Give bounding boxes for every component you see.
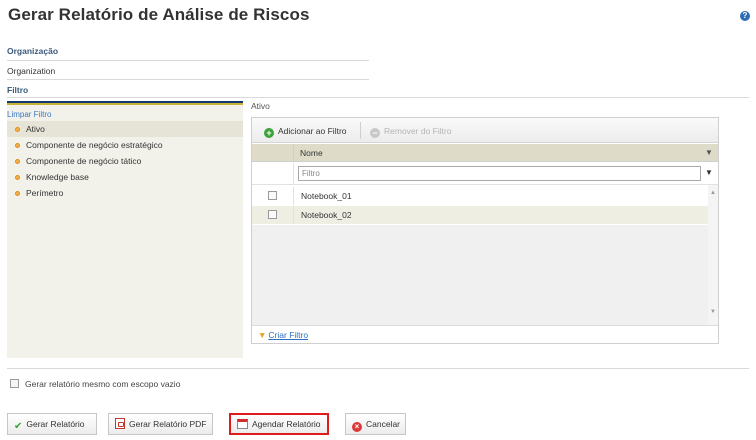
generate-pdf-button[interactable]: Gerar Relatório PDF <box>108 413 213 435</box>
check-icon: ✔ <box>14 421 23 432</box>
tree-item-perimeter[interactable]: Perímetro <box>7 185 243 201</box>
create-filter-link[interactable]: ▼ Criar Filtro <box>258 330 308 340</box>
asset-panel-title: Ativo <box>251 101 270 111</box>
empty-scope-option[interactable]: Gerar relatório mesmo com escopo vazio <box>10 378 180 390</box>
column-filter-icon[interactable]: ▼ <box>705 148 713 157</box>
minus-icon: − <box>370 128 380 138</box>
calendar-icon <box>237 419 248 429</box>
asset-grid: + Adicionar ao Filtro − Remover do Filtro … <box>251 117 719 344</box>
bullet-icon <box>15 159 20 164</box>
generate-report-label: Gerar Relatório <box>26 419 85 429</box>
generate-pdf-label: Gerar Relatório PDF <box>129 419 207 429</box>
cancel-button[interactable]: × Cancelar <box>345 413 406 435</box>
plus-icon: + <box>264 128 274 138</box>
grid-empty-area <box>252 225 708 325</box>
empty-scope-checkbox[interactable] <box>10 379 19 388</box>
organization-label: Organização <box>7 46 59 56</box>
tree-item-label: Knowledge base <box>26 172 89 182</box>
toolbar-separator <box>360 122 361 139</box>
grid-toolbar: + Adicionar ao Filtro − Remover do Filtro <box>252 118 718 143</box>
tree-item-ativo[interactable]: Ativo <box>7 121 243 137</box>
grid-footer: ▼ Criar Filtro <box>252 325 718 343</box>
divider <box>7 368 749 369</box>
filter-tree: Ativo Componente de negócio estratégico … <box>7 121 243 201</box>
table-row[interactable]: Notebook_01 <box>252 187 708 205</box>
column-filter-input[interactable]: Filtro <box>298 166 701 181</box>
organization-value: Organization <box>7 66 56 76</box>
schedule-report-button[interactable]: Agendar Relatório <box>229 413 329 435</box>
tree-item-label: Perímetro <box>26 188 64 198</box>
generate-report-button[interactable]: ✔ Gerar Relatório <box>7 413 97 435</box>
filter-label: Filtro <box>7 85 29 95</box>
tree-item-tactical-component[interactable]: Componente de negócio tático <box>7 153 243 169</box>
add-to-filter-label: Adicionar ao Filtro <box>278 126 347 136</box>
row-checkbox-cell <box>252 187 294 205</box>
scroll-down-icon[interactable]: ▼ <box>710 309 716 315</box>
tree-item-label: Componente de negócio estratégico <box>26 140 163 150</box>
scroll-up-icon[interactable]: ▲ <box>710 190 716 196</box>
add-to-filter-button[interactable]: + Adicionar ao Filtro <box>264 124 347 138</box>
help-icon[interactable]: ? <box>740 11 750 21</box>
tree-item-label: Ativo <box>26 124 45 134</box>
remove-from-filter-button[interactable]: − Remover do Filtro <box>370 124 452 138</box>
page-title: Gerar Relatório de Análise de Riscos <box>8 5 310 24</box>
schedule-report-label: Agendar Relatório <box>252 419 321 429</box>
column-header-name[interactable]: Nome <box>300 148 323 158</box>
row-name: Notebook_01 <box>301 191 352 201</box>
vertical-scrollbar[interactable] <box>708 185 718 325</box>
bullet-icon <box>15 143 20 148</box>
bullet-icon <box>15 191 20 196</box>
bullet-icon <box>15 127 20 132</box>
create-filter-label: Criar Filtro <box>268 330 309 340</box>
divider <box>7 97 749 98</box>
funnel-icon: ▼ <box>258 330 267 340</box>
grid-filter-row: Filtro ▼ <box>252 163 718 185</box>
column-header: Nome ▼ <box>252 144 718 162</box>
tree-item-knowledge-base[interactable]: Knowledge base <box>7 169 243 185</box>
header-checkbox-cell <box>252 144 294 162</box>
filter-tree-panel: Limpar Filtro Ativo Componente de negóci… <box>7 101 243 358</box>
tree-item-strategic-component[interactable]: Componente de negócio estratégico <box>7 137 243 153</box>
table-row[interactable]: Notebook_02 <box>252 206 708 224</box>
row-checkbox-cell <box>252 206 294 224</box>
filter-row-spacer <box>252 163 294 185</box>
row-checkbox[interactable] <box>268 210 277 219</box>
empty-scope-label: Gerar relatório mesmo com escopo vazio <box>25 379 181 389</box>
remove-from-filter-label: Remover do Filtro <box>384 126 452 136</box>
tree-item-label: Componente de negócio tático <box>26 156 142 166</box>
divider <box>7 60 369 61</box>
panel-header-bar <box>7 101 243 105</box>
row-name: Notebook_02 <box>301 210 352 220</box>
clear-filter-link[interactable]: Limpar Filtro <box>7 110 51 119</box>
bullet-icon <box>15 175 20 180</box>
pdf-icon <box>115 418 125 429</box>
row-checkbox[interactable] <box>268 191 277 200</box>
divider <box>7 79 369 80</box>
cancel-label: Cancelar <box>366 419 401 429</box>
filter-apply-icon[interactable]: ▼ <box>705 168 713 177</box>
cancel-icon: × <box>352 422 362 432</box>
